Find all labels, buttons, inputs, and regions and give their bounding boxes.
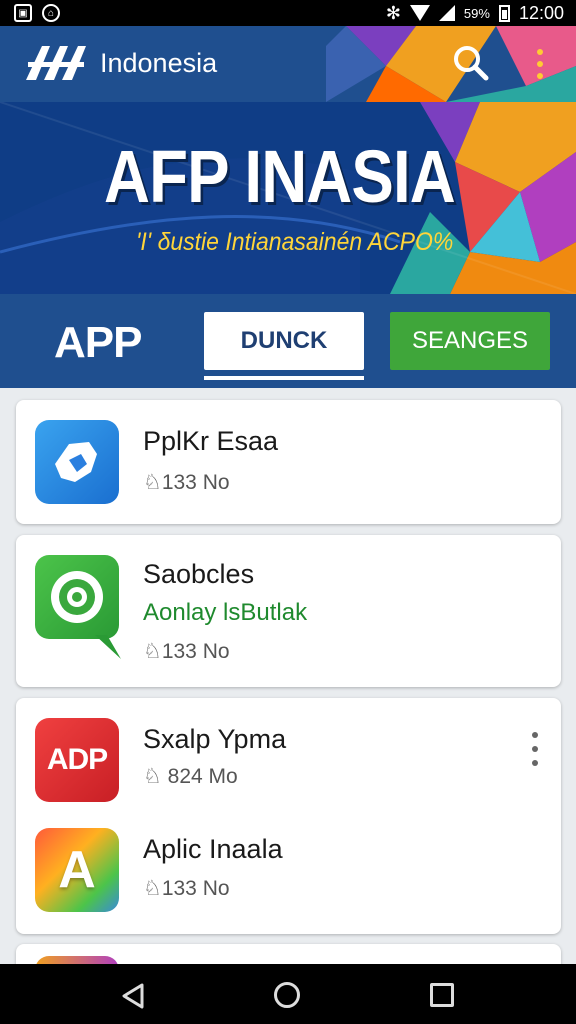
app-bar: Indonesia <box>0 26 576 102</box>
red-adp-icon-text: ADP <box>46 743 108 776</box>
tab-seanges[interactable]: SEANGES <box>390 312 550 370</box>
rainbow-a-icon: A <box>35 828 119 912</box>
app-name: PplKr Esaa <box>143 426 279 456</box>
wifi-icon <box>409 5 430 21</box>
app-name: Saobcles <box>143 559 255 589</box>
status-bar: ▣ ⌂ ✻ 59% 12:00 <box>0 0 576 26</box>
app-meta: ♘133 No <box>143 877 230 900</box>
search-icon[interactable] <box>448 40 492 84</box>
overflow-menu-icon[interactable] <box>529 732 541 766</box>
tab-dunck[interactable]: DUNCK <box>204 312 364 370</box>
vibrate-icon: ✻ <box>385 2 401 23</box>
app-meta: ♘133 No <box>143 640 230 663</box>
clock: 12:00 <box>518 2 564 23</box>
back-icon[interactable] <box>120 982 146 1010</box>
banner-title: AFP INASIA <box>104 135 456 218</box>
banner-subtitle: 'I' δustie Intianasainén ACPO% <box>136 228 454 256</box>
more-vert-icon[interactable] <box>528 44 552 84</box>
system-nav-bar <box>0 964 576 1024</box>
active-tab-indicator <box>204 376 364 380</box>
home-icon[interactable] <box>274 982 300 1008</box>
battery-icon <box>498 4 510 22</box>
list-item[interactable]: PplKr Esaa ♘133 No <box>16 400 561 524</box>
app-name: Aplic Inaala <box>143 834 283 864</box>
afp-logo-icon <box>26 46 86 80</box>
blue-badge-icon <box>35 420 119 504</box>
battery-percent: 59% <box>463 5 490 21</box>
list-item[interactable]: Saobcles Aonlay lsButlak ♘133 No <box>16 535 561 687</box>
recents-icon[interactable] <box>430 983 454 1007</box>
rainbow-a-icon-text: A <box>58 841 96 899</box>
gallery-notification-icon: ▣ <box>14 4 32 22</box>
promo-banner[interactable]: AFP INASIA 'I' δustie Intianasainén ACPO… <box>0 102 576 294</box>
red-adp-icon: ADP <box>35 718 119 802</box>
signal-icon <box>438 5 455 21</box>
app-meta: ♘ 824 Mo <box>143 765 238 788</box>
green-gear-chat-icon <box>35 555 121 659</box>
app-subtitle: Aonlay lsButlak <box>143 599 308 626</box>
app-meta: ♘133 No <box>143 471 230 494</box>
list-group: ADP Sxalp Ypma ♘ 824 Mo A Aplic Inaala ♘… <box>16 698 561 934</box>
tab-bar: APP DUNCK SEANGES <box>0 294 576 388</box>
app-name: Sxalp Ypma <box>143 724 287 754</box>
app-title: Indonesia <box>100 48 218 78</box>
tab-bar-logo: APP <box>54 318 142 367</box>
app-notification-icon: ⌂ <box>42 4 60 22</box>
